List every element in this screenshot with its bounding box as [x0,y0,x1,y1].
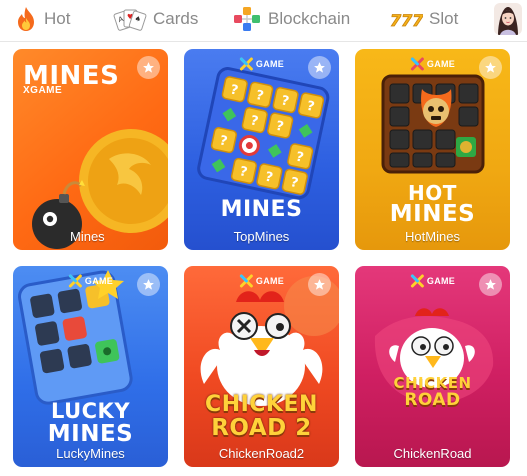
favorite-star-button[interactable] [479,273,502,296]
avatar-portrait-icon [494,3,522,35]
tab-hot-label: Hot [44,9,71,28]
game-card-chickenroad[interactable]: GAME CHICKEN ROAD ChickenRoad [355,266,510,467]
game-name: Mines [70,229,105,244]
game-card-luckymines[interactable]: GAME LUCKY MINES LuckyMines [13,266,168,467]
hotmines-title-line2: MINES [389,201,476,227]
xgame-logo-icon [68,274,82,288]
xgame-logo-icon [410,274,424,288]
brand-text: GAME [426,59,456,69]
blockchain-cubes-icon [234,7,260,31]
game-name: ChickenRoad [393,446,472,461]
star-icon [485,279,496,290]
favorite-star-button[interactable] [137,273,160,296]
favorite-star-button[interactable] [308,56,331,79]
brand-text: GAME [255,59,285,69]
playing-cards-icon: A ♥ ♠ [113,9,147,31]
brand-badge: GAME [410,274,455,288]
star-icon [314,62,325,73]
xgame-logo-icon [410,57,424,71]
chickenroad-title-line2: ROAD [404,390,461,410]
luckymines-title-line1: LUCKY [50,399,131,423]
xgame-logo-icon [239,274,253,288]
avatar[interactable] [494,3,522,35]
game-name: TopMines [233,229,290,244]
game-card-hotmines[interactable]: GAME HOT MINES HotMines [355,49,510,250]
tab-slot-label: Slot [429,9,459,28]
brand-text: GAME [426,276,456,286]
svg-text:777: 777 [390,11,423,30]
star-icon [143,279,154,290]
tab-cards-label: Cards [153,9,199,28]
brand-badge: GAME [239,57,284,71]
tab-cards[interactable]: A ♥ ♠ Cards [113,0,198,38]
favorite-star-button[interactable] [137,56,160,79]
chickenroad-art [374,308,494,403]
category-tabs: Hot A ♥ ♠ Cards Blockchain 777 Slot [0,0,527,42]
mines-subtitle: XGAME [23,85,63,96]
favorite-star-button[interactable] [308,273,331,296]
game-card-topmines[interactable]: ???? ???? ??? GAME MINES TopMines [184,49,339,250]
flame-icon [18,7,34,31]
chickenroad2-title-line1: CHICKEN [205,392,318,417]
tab-blockchain-label: Blockchain [268,9,351,28]
chickenroad-title-line1: CHICKEN [393,374,472,392]
luckymines-title-line2: MINES [47,421,134,447]
game-card-mines[interactable]: MINES XGAME Mines [13,49,168,250]
star-icon [314,279,325,290]
brand-text: GAME [84,276,114,286]
favorite-star-button[interactable] [479,56,502,79]
mines-subtitle-wrap: XGAME [23,85,62,96]
star-icon [143,62,154,73]
brand-text: GAME [255,276,285,286]
tab-blockchain[interactable]: Blockchain [232,0,350,38]
chickenroad2-title-line2: ROAD 2 [211,415,312,441]
game-name: HotMines [405,229,460,244]
slot-777-icon: 777 [390,11,423,31]
hotmines-title-line1: HOT [408,181,457,205]
brand-badge: GAME [68,274,113,288]
brand-badge: GAME [410,57,455,71]
xgame-logo-icon [239,57,253,71]
game-card-chickenroad2[interactable]: GAME CHICKEN ROAD 2 ChickenRoad2 [184,266,339,467]
game-name: ChickenRoad2 [218,446,305,461]
star-icon [485,62,496,73]
game-name: LuckyMines [56,446,125,461]
topmines-title: MINES [220,197,303,222]
tab-hot[interactable]: Hot [14,0,70,38]
brand-badge: GAME [239,274,284,288]
tab-slot[interactable]: 777 Slot [389,0,459,38]
